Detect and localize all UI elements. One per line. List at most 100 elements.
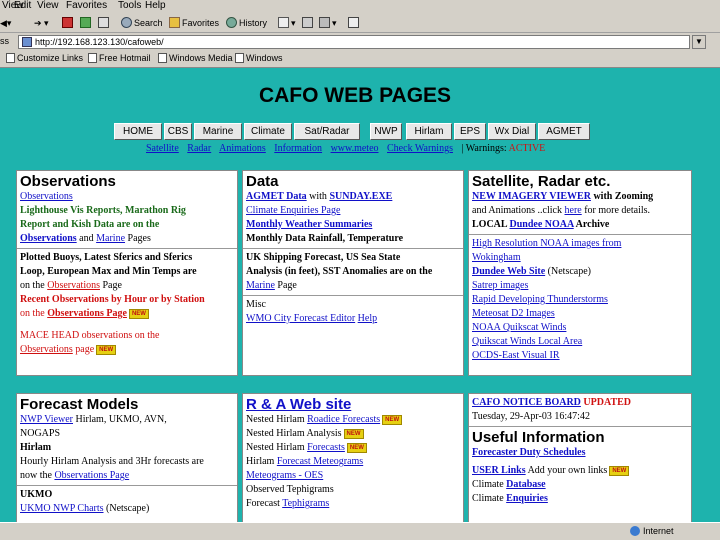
nav-wx-dial[interactable]: Wx Dial	[488, 123, 536, 140]
here-link[interactable]: here	[565, 205, 582, 216]
nav-climate[interactable]: Climate	[244, 123, 292, 140]
user-links-link[interactable]: USER Links	[472, 465, 526, 476]
notice-board-link[interactable]: CAFO NOTICE BOARD	[472, 397, 581, 408]
divider	[469, 234, 691, 235]
divider	[243, 295, 463, 296]
address-dropdown-button[interactable]: ▼	[692, 35, 706, 49]
menu-tools[interactable]: Tools	[118, 0, 141, 11]
home-button[interactable]	[98, 17, 111, 30]
nav-home[interactable]: HOME	[114, 123, 162, 140]
netscape-text: (Netscape)	[545, 266, 591, 277]
roadice-link[interactable]: Roadice Forecasts	[307, 414, 380, 425]
sublink-information[interactable]: Information	[274, 143, 322, 154]
page-icon	[88, 53, 97, 63]
sub-links: Satellite Radar Animations Information w…	[146, 143, 545, 154]
dundee-noaa-link[interactable]: Dundee NOAA	[510, 219, 574, 230]
favorites-button[interactable]: Favorites	[169, 17, 219, 30]
stop-button[interactable]	[62, 17, 75, 30]
nav-hirlam[interactable]: Hirlam	[406, 123, 452, 140]
marine-link[interactable]: Marine	[246, 280, 275, 291]
dundee-web-site-link[interactable]: Dundee Web Site	[472, 266, 545, 277]
menu-favorites[interactable]: Favorites	[66, 0, 107, 11]
forecasts-link[interactable]: Forecasts	[307, 442, 345, 453]
menu-edit[interactable]: Edit	[14, 0, 31, 11]
sublink-radar[interactable]: Radar	[187, 143, 211, 154]
climate-database-link[interactable]: Database	[506, 479, 545, 490]
nav-cbs[interactable]: CBS	[164, 123, 192, 140]
sublink-www-meteo[interactable]: www.meteo	[331, 143, 379, 154]
discuss-button[interactable]	[348, 17, 361, 30]
observations-page-link-5[interactable]: Observations Page	[54, 470, 129, 481]
page-icon	[6, 53, 15, 63]
link-windows[interactable]: Windows	[235, 53, 283, 63]
thunderstorms-link[interactable]: Rapid Developing Thunderstorms	[472, 293, 688, 307]
marine-page-link[interactable]: Marine	[96, 233, 125, 244]
satrep-link[interactable]: Satrep images	[472, 279, 688, 293]
observations-page-link-2[interactable]: Observations	[47, 280, 100, 291]
refresh-button[interactable]	[80, 17, 93, 30]
status-bar: Internet	[0, 522, 720, 540]
nav-eps[interactable]: EPS	[454, 123, 486, 140]
new-badge: NEW	[343, 429, 364, 439]
nav-marine[interactable]: Marine	[194, 123, 242, 140]
quikscat-local-link[interactable]: Quikscat Winds Local Area	[472, 335, 688, 349]
page-icon	[235, 53, 244, 63]
menu-view[interactable]: View	[37, 0, 59, 11]
nwp-viewer-link[interactable]: NWP Viewer	[20, 414, 73, 425]
observations-page-link-4[interactable]: Observations	[20, 344, 73, 355]
print-icon	[302, 17, 313, 28]
climate-enquiries-link[interactable]: Climate Enquiries Page	[246, 205, 340, 216]
sublink-satellite[interactable]: Satellite	[146, 143, 179, 154]
print-button[interactable]	[302, 17, 315, 30]
monthly-weather-link[interactable]: Monthly Weather Summaries	[246, 219, 372, 230]
link-free-hotmail[interactable]: Free Hotmail	[88, 53, 151, 63]
hourly-hirlam-text: Hourly Hirlam Analysis and 3Hr forecasts…	[20, 456, 204, 467]
history-label: History	[239, 18, 268, 28]
ukmo-text: UKMO	[20, 489, 53, 500]
favorites-label: Favorites	[182, 18, 220, 28]
uk-shipping-text: UK Shipping Forecast, US Sea State	[246, 252, 401, 263]
misc-text: Misc	[246, 299, 266, 310]
local-text: LOCAL	[472, 219, 510, 230]
observations-page-link-3[interactable]: Observations Page	[47, 308, 127, 319]
ocds-link[interactable]: OCDS-East Visual IR	[472, 349, 688, 363]
sublink-check-warnings[interactable]: Check Warnings	[387, 143, 453, 154]
menu-help[interactable]: Help	[145, 0, 166, 11]
help-link[interactable]: Help	[358, 313, 377, 324]
edit-button[interactable]: ▾	[319, 17, 337, 30]
ra-website-link[interactable]: R & A Web site	[246, 396, 351, 413]
sublink-animations[interactable]: Animations	[219, 143, 266, 154]
recent-observations-text: Recent Observations by Hour or by Statio…	[20, 294, 205, 305]
models-text: Hirlam, UKMO, AVN,	[73, 414, 167, 425]
forward-button[interactable]: ➔ ▾	[34, 17, 49, 30]
nav-agmet[interactable]: AGMET	[538, 123, 590, 140]
nav-nwp[interactable]: NWP	[370, 123, 402, 140]
search-button[interactable]: Search	[121, 17, 163, 30]
agmet-data-link[interactable]: AGMET Data	[246, 191, 307, 202]
favorites-icon	[169, 17, 180, 28]
tephigrams-link[interactable]: Tephigrams	[282, 498, 329, 509]
ukmo-nwp-link[interactable]: UKMO NWP Charts	[20, 503, 104, 514]
duty-schedules-link[interactable]: Forecaster Duty Schedules	[472, 446, 688, 460]
animations-text: and Animations ..click	[472, 205, 565, 216]
meteograms-link[interactable]: Forecast Meteograms	[277, 456, 363, 467]
mail-button[interactable]: ▾	[278, 17, 296, 30]
meteograms-oes-link[interactable]: Meteograms - OES	[246, 469, 460, 483]
nav-sat-radar[interactable]: Sat/Radar	[294, 123, 360, 140]
link-customize-links[interactable]: Customize Links	[6, 53, 83, 63]
high-res-noaa-link[interactable]: High Resolution NOAA images from	[472, 237, 688, 251]
imagery-viewer-link[interactable]: NEW IMAGERY VIEWER	[472, 191, 591, 202]
wokingham-link[interactable]: Wokingham	[472, 251, 688, 265]
forward-arrow-icon: ➔	[34, 18, 42, 28]
link-windows-media[interactable]: Windows Media	[158, 53, 233, 63]
history-button[interactable]: History	[226, 17, 267, 30]
observations-page-link[interactable]: Observations	[20, 233, 77, 244]
climate-enquiries-link-2[interactable]: Enquiries	[506, 493, 548, 504]
meteosat-link[interactable]: Meteosat D2 Images	[472, 307, 688, 321]
address-input[interactable]: http://192.168.123.130/cafoweb/	[18, 35, 690, 49]
observations-link[interactable]: Observations	[20, 191, 73, 202]
sunday-exe-link[interactable]: SUNDAY.EXE	[329, 191, 392, 202]
quikscat-link[interactable]: NOAA Quikscat Winds	[472, 321, 688, 335]
wmo-city-link[interactable]: WMO City Forecast Editor	[246, 313, 355, 324]
back-button[interactable]: ◀▾	[0, 17, 11, 30]
